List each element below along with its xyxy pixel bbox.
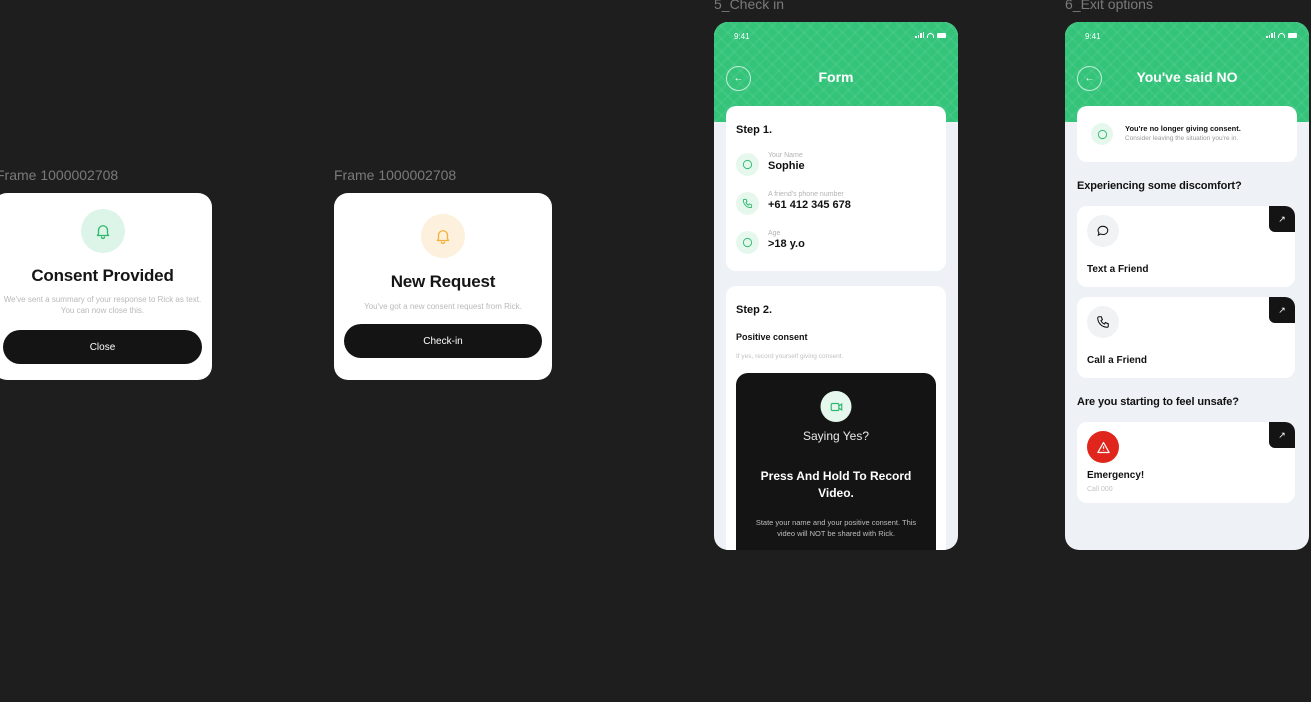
record-video-button[interactable]: Saying Yes? Press And Hold To Record Vid… — [736, 373, 936, 550]
phone-icon — [1087, 306, 1119, 338]
check-in-button[interactable]: Check-in — [344, 324, 542, 358]
field-label: Your Name — [768, 152, 803, 159]
emergency-card[interactable]: Emergency! Call 000 ↗ — [1077, 422, 1295, 503]
modal-title: Consent Provided — [31, 266, 174, 285]
field-value: Sophie — [768, 160, 805, 172]
message-icon — [1087, 215, 1119, 247]
frame-label-request: Frame 1000002708 — [334, 167, 457, 183]
arrow-up-right-icon[interactable]: ↗ — [1269, 422, 1295, 448]
video-icon — [820, 391, 852, 422]
arrow-up-right-icon[interactable]: ↗ — [1269, 206, 1295, 232]
step2-title: Step 2. — [736, 304, 773, 316]
field-label: A friend's phone number — [768, 191, 844, 198]
name-field[interactable]: Your Name Sophie — [736, 152, 936, 178]
bell-icon — [96, 225, 109, 240]
bell-icon — [436, 230, 450, 245]
notice-subtitle: Consider leaving the situation you're in… — [1125, 135, 1239, 142]
video-question: Saying Yes? — [802, 429, 870, 443]
step2-card: Step 2. Positive consent If yes, record … — [726, 286, 946, 550]
signal-icon — [1266, 32, 1275, 38]
page-title: Form — [818, 69, 854, 85]
battery-icon — [1288, 32, 1297, 38]
action-label: Text a Friend — [1087, 264, 1149, 275]
wifi-icon — [1278, 32, 1285, 38]
modal-description: We've sent a summary of your response to… — [3, 295, 202, 315]
smile-icon — [736, 231, 759, 254]
modal-title: New Request — [390, 272, 496, 291]
positive-consent-hint: If yes, record yourself giving consent. — [736, 353, 844, 360]
emergency-subtext: Call 000 — [1087, 486, 1113, 493]
frame-label-consent: Frame 1000002708 — [0, 167, 119, 183]
info-icon — [1091, 123, 1113, 145]
warning-icon — [1087, 431, 1119, 463]
battery-icon — [937, 32, 946, 38]
text-a-friend-card[interactable]: Text a Friend ↗ — [1077, 206, 1295, 287]
check-in-screen: 9:41 ← Form Step 1. Your Name Sophie A f… — [714, 22, 958, 550]
field-value: >18 y.o — [768, 238, 805, 250]
field-label: Age — [768, 230, 781, 237]
close-button[interactable]: Close — [3, 330, 202, 364]
frame-label-checkin: 5_Check in — [714, 0, 785, 12]
exit-options-screen: 9:41 ← You've said NO You're no longer g… — [1065, 22, 1309, 550]
consent-notice: You're no longer giving consent. Conside… — [1077, 106, 1297, 162]
smile-icon — [736, 153, 759, 176]
status-icons — [1266, 32, 1297, 38]
page-title: You've said NO — [1136, 69, 1238, 85]
bell-badge — [80, 209, 125, 253]
phone-icon — [736, 192, 759, 215]
new-request-modal: New Request You've got a new consent req… — [334, 193, 552, 380]
field-value: +61 412 345 678 — [768, 199, 851, 211]
phone-field[interactable]: A friend's phone number +61 412 345 678 — [736, 191, 936, 217]
consent-provided-modal: Consent Provided We've sent a summary of… — [0, 193, 212, 380]
modal-description: You've got a new consent request from Ri… — [364, 302, 522, 311]
video-title: Press And Hold To Record Video. — [760, 469, 912, 500]
wifi-icon — [927, 32, 934, 38]
status-time: 9:41 — [734, 32, 750, 41]
action-label: Call a Friend — [1087, 355, 1148, 366]
video-description: State your name and your positive consen… — [755, 518, 917, 538]
signal-icon — [915, 32, 924, 38]
call-a-friend-card[interactable]: Call a Friend ↗ — [1077, 297, 1295, 378]
section-title-unsafe: Are you starting to feel unsafe? — [1077, 396, 1239, 408]
status-icons — [915, 32, 946, 38]
step1-card: Step 1. Your Name Sophie A friend's phon… — [726, 106, 946, 271]
step1-title: Step 1. — [736, 124, 773, 136]
positive-consent-label: Positive consent — [736, 332, 808, 342]
emergency-label: Emergency! — [1087, 470, 1145, 481]
arrow-up-right-icon[interactable]: ↗ — [1269, 297, 1295, 323]
frame-label-exit: 6_Exit options — [1065, 0, 1153, 12]
notice-title: You're no longer giving consent. — [1125, 124, 1241, 133]
status-time: 9:41 — [1085, 32, 1101, 41]
bell-badge — [421, 214, 465, 258]
age-field[interactable]: Age >18 y.o — [736, 230, 936, 256]
section-title-discomfort: Experiencing some discomfort? — [1077, 180, 1242, 192]
